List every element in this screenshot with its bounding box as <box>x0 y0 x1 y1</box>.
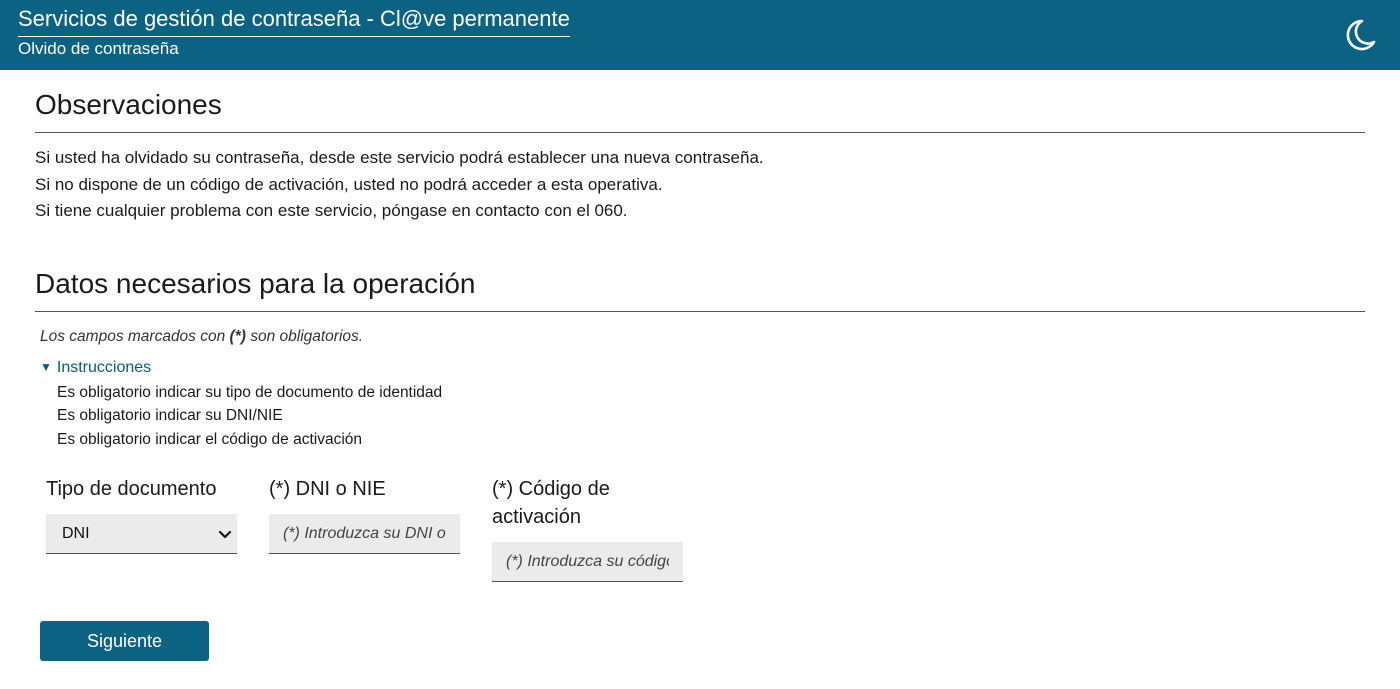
dni-label: (*) DNI o NIE <box>269 478 386 500</box>
datos-title: Datos necesarios para la operación <box>35 267 1365 312</box>
next-button[interactable]: Siguiente <box>40 621 209 661</box>
instructions-disclosure: ▼ Instrucciones Es obligatorio indicar su… <box>40 356 1365 452</box>
doc-type-label: Tipo de documento <box>46 478 217 500</box>
observacion-line: Si tiene cualquier problema con este ser… <box>35 201 628 220</box>
required-fields-note: Los campos marcados con (*) son obligato… <box>40 326 1365 348</box>
note-mark: (*) <box>229 327 246 345</box>
service-title: Servicios de gestión de contraseña - Cl@… <box>18 5 570 37</box>
instruction-item: Es obligatorio indicar su tipo de docume… <box>57 383 443 401</box>
observacion-line: Si no dispone de un código de activación… <box>35 174 663 194</box>
operation-form: Tipo de documento DNI (*) DNI o NIE (*) … <box>35 475 1365 595</box>
observaciones-text: Si usted ha olvidado su contraseña, desd… <box>35 145 1365 225</box>
observacion-line: Si usted ha olvidado su contraseña, desd… <box>35 148 764 167</box>
instructions-list: Es obligatorio indicar su tipo de docume… <box>57 381 1365 452</box>
activation-code-label: (*) Código de activación <box>492 478 610 528</box>
note-suffix: son obligatorios. <box>245 327 364 345</box>
top-bar: Servicios de gestión de contraseña - Cl@… <box>0 0 1400 70</box>
doc-type-select-wrap[interactable]: DNI <box>46 514 237 554</box>
doc-type-select[interactable]: DNI <box>46 514 237 553</box>
instructions-toggle[interactable]: ▼ Instrucciones <box>40 356 1365 379</box>
note-prefix: Los campos marcados con <box>40 327 230 345</box>
page-subtitle: Olvido de contraseña <box>18 39 179 58</box>
dni-field: (*) DNI o NIE <box>269 475 460 554</box>
activation-code-input[interactable] <box>492 542 683 582</box>
instruction-item: Es obligatorio indicar su DNI/NIE <box>57 407 283 424</box>
doc-type-field: Tipo de documento DNI <box>46 475 237 554</box>
moon-icon[interactable] <box>1340 16 1378 54</box>
dni-input[interactable] <box>269 514 460 554</box>
observaciones-title: Observaciones <box>35 70 1365 133</box>
activation-code-field: (*) Código de activación <box>492 475 683 582</box>
instruction-item: Es obligatorio indicar el código de acti… <box>57 430 363 448</box>
triangle-down-icon: ▼ <box>40 359 52 374</box>
main-content: Observaciones Si usted ha olvidado su co… <box>35 70 1365 661</box>
instructions-label: Instrucciones <box>56 358 152 376</box>
